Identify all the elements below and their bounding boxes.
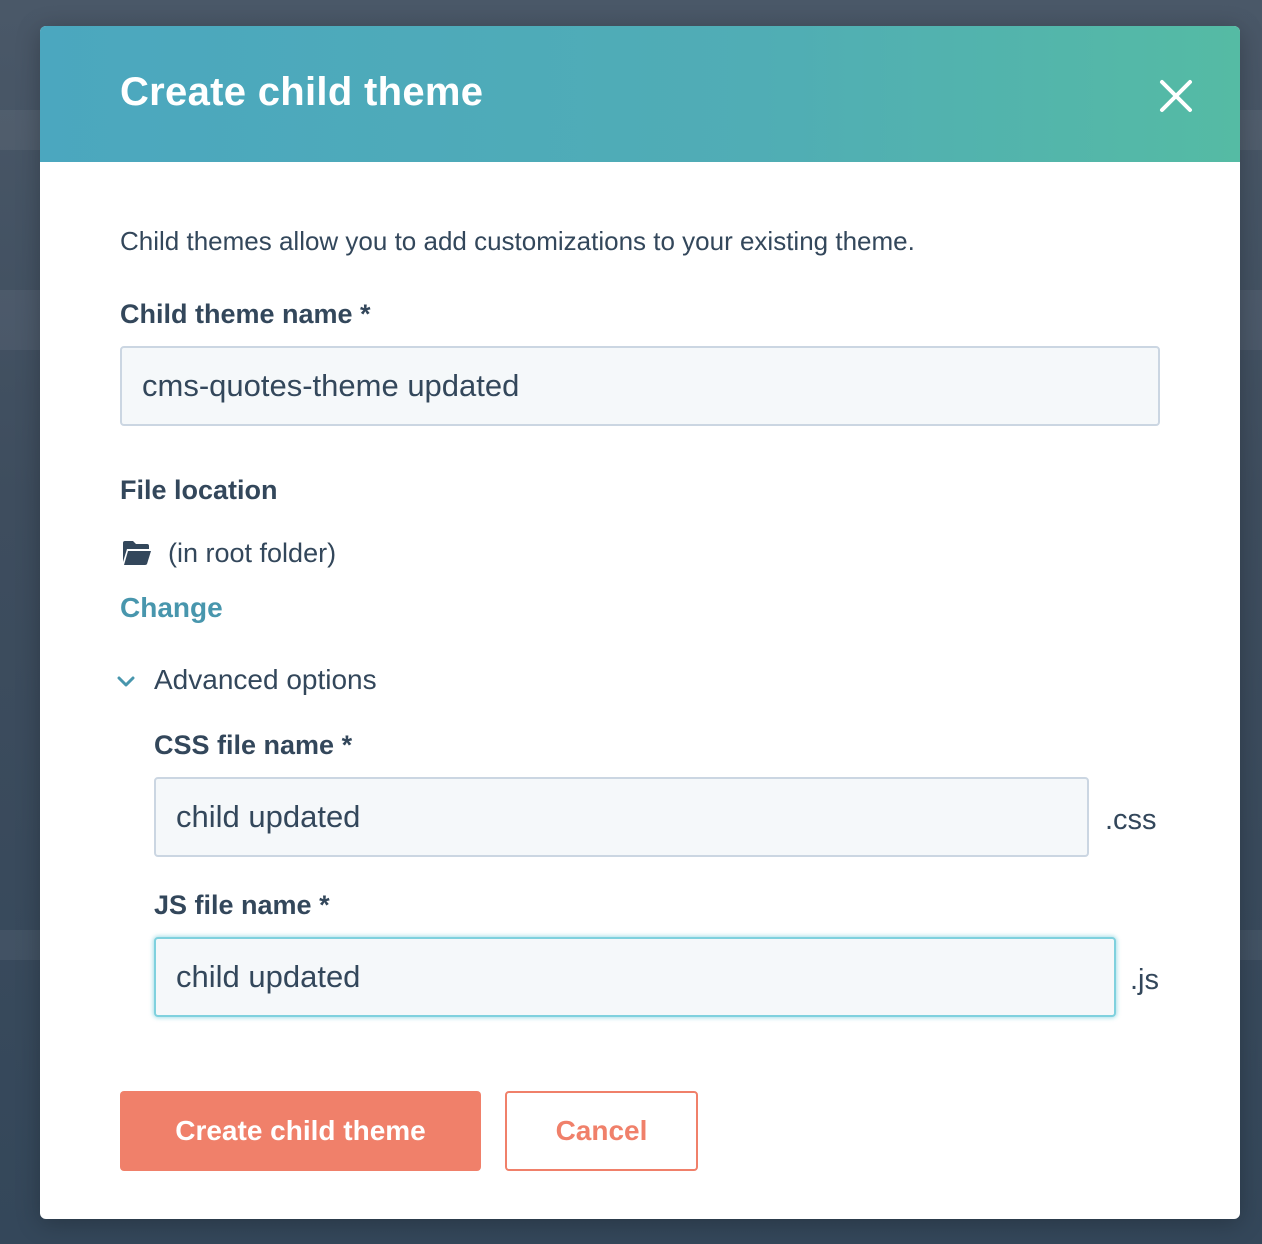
dialog-header: Create child theme — [40, 26, 1240, 162]
advanced-options-toggle[interactable]: Advanced options — [116, 662, 436, 702]
js-extension-suffix: .js — [1130, 964, 1159, 996]
dialog-description: Child themes allow you to add customizat… — [120, 226, 915, 256]
css-file-name-input[interactable] — [154, 777, 1089, 857]
js-file-name-input[interactable] — [154, 937, 1116, 1017]
create-child-theme-button[interactable]: Create child theme — [120, 1091, 481, 1171]
close-button[interactable] — [1152, 72, 1200, 120]
create-child-theme-dialog: Create child theme Child themes allow yo… — [40, 26, 1240, 1219]
cancel-button[interactable]: Cancel — [505, 1091, 698, 1171]
change-location-link[interactable]: Change — [120, 592, 223, 624]
css-extension-suffix: .css — [1105, 804, 1157, 836]
advanced-options-label: Advanced options — [154, 664, 377, 695]
dialog-title: Create child theme — [120, 70, 484, 114]
folder-icon — [123, 541, 151, 565]
child-theme-name-label: Child theme name * — [120, 299, 371, 329]
child-theme-name-input[interactable] — [120, 346, 1160, 426]
chevron-down-icon — [117, 676, 135, 687]
close-icon — [1160, 80, 1192, 112]
css-file-name-label: CSS file name * — [154, 730, 353, 760]
folder-path-text: (in root folder) — [168, 538, 337, 568]
js-file-name-label: JS file name * — [154, 890, 330, 920]
file-location-label: File location — [120, 475, 278, 505]
